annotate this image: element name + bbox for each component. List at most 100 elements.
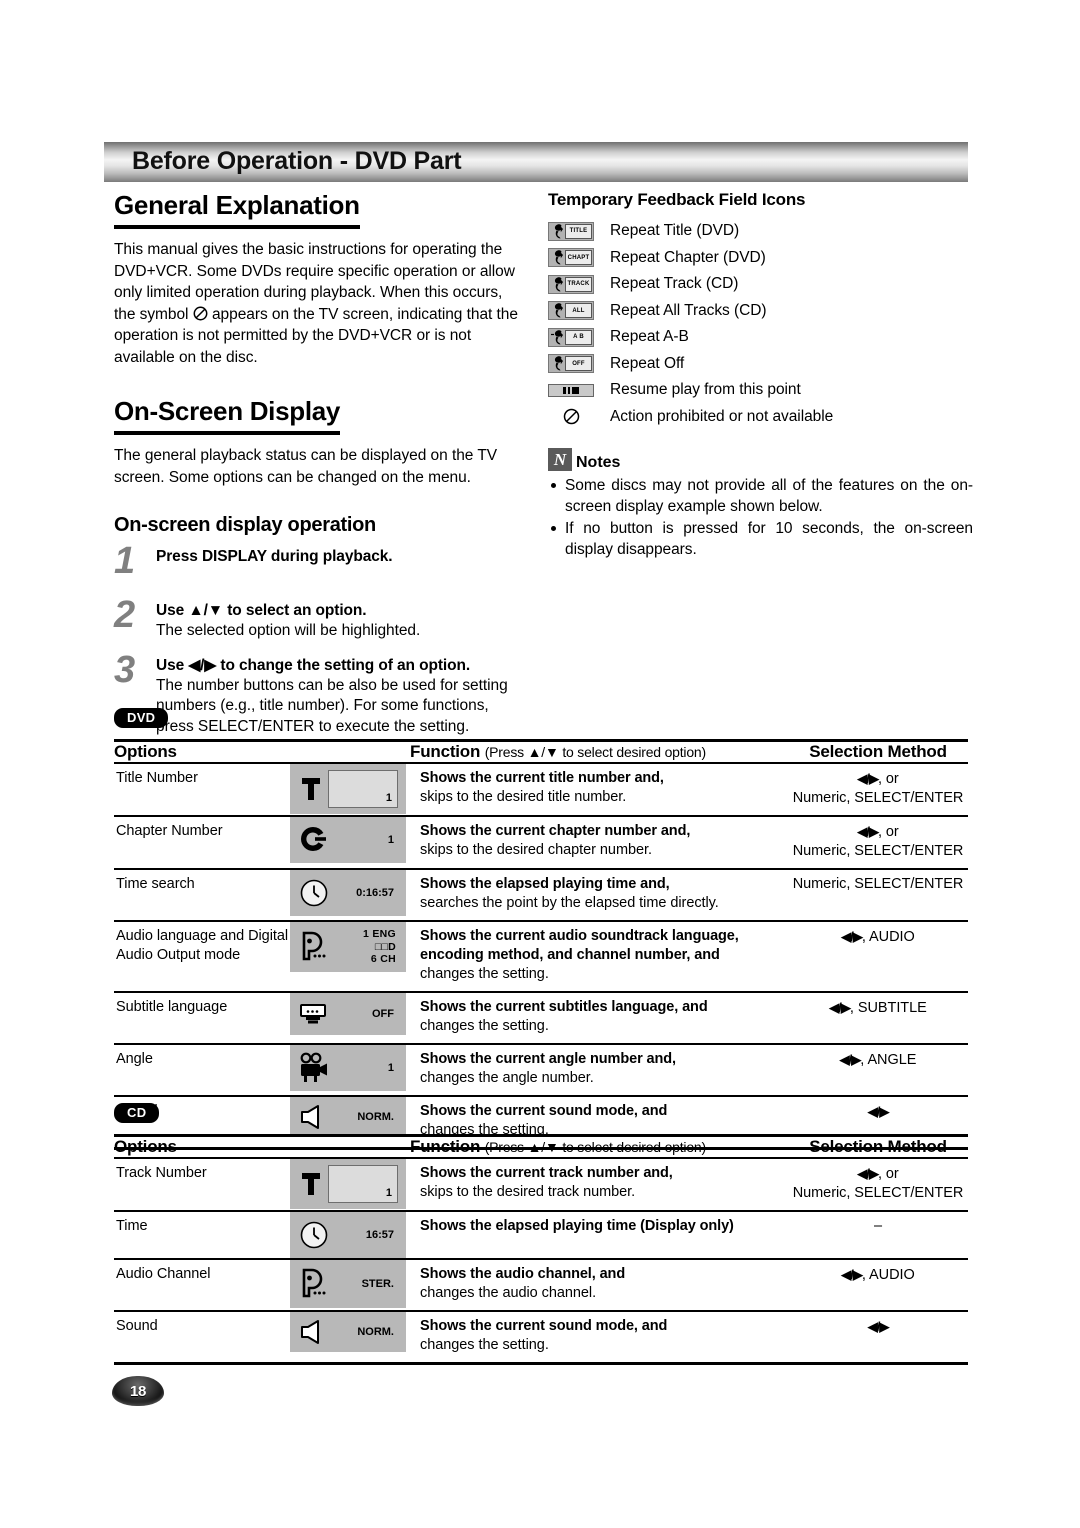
- selection-method-cell: ◀/▶, ANGLE: [788, 1044, 969, 1097]
- clock-osd-icon: 16:57: [290, 1212, 406, 1258]
- osd-glyph-icon: [298, 1318, 328, 1346]
- note-item: If no button is pressed for 10 seconds, …: [548, 518, 973, 560]
- repeat-loop-glyph: [554, 250, 563, 265]
- function-bold-text: Shows the current angle number and,: [420, 1051, 676, 1067]
- option-name-cell: Audio language and Digital Audio Output …: [114, 921, 290, 993]
- function-bold-text: Shows the current title number and,: [420, 770, 664, 786]
- feedback-icon-row: ALL Repeat All Tracks (CD): [548, 298, 973, 325]
- selection-arrow: ◀/▶, or: [857, 771, 899, 787]
- osd-value: 1: [387, 833, 394, 846]
- table-row: Audio Channel STER. Shows the audio channe…: [114, 1259, 969, 1312]
- dvd-spec-table-wrap: DVD Options Function (Press ▲/▼ to select …: [114, 708, 969, 1150]
- option-icon-cell: OFF: [290, 992, 411, 1045]
- feedback-icon-label: Repeat Title (DVD): [610, 222, 740, 240]
- option-name-cell: Audio Channel: [114, 1259, 290, 1312]
- step-bold-text: Use ▲/▼ to select an option.: [156, 602, 367, 619]
- repeat-all-icon: ALL: [548, 301, 594, 321]
- repeat-off-icon: OFF: [548, 354, 594, 374]
- step-detail-text: The selected option will be highlighted.: [156, 622, 421, 639]
- step-bold-text: Use ◀/▶ to change the setting of an opti…: [156, 656, 471, 674]
- function-detail-text: changes the setting.: [420, 1337, 549, 1353]
- feedback-icon-row: A B Repeat A-B: [548, 324, 973, 351]
- option-name-cell: Subtitle language: [114, 992, 290, 1045]
- page-title: Before Operation - DVD Part: [132, 147, 462, 175]
- function-cell: Shows the current audio soundtrack langu…: [410, 921, 789, 993]
- page-number: 18: [129, 1382, 147, 1400]
- options-header: Options: [114, 739, 411, 764]
- function-cell: Shows the current track number and, skips…: [410, 1158, 789, 1212]
- repeat-chapter-icon: CHAPT: [548, 248, 594, 268]
- function-bold-text: Shows the elapsed playing time (Display …: [420, 1218, 734, 1234]
- function-bold-text: Shows the current chapter number and,: [420, 823, 691, 839]
- option-name-cell: Title Number: [114, 763, 290, 817]
- option-name-cell: Angle: [114, 1044, 290, 1097]
- feedback-icon-label: Repeat Track (CD): [610, 275, 739, 293]
- function-detail-text: searches the point by the elapsed time d…: [420, 895, 719, 911]
- option-icon-cell: NORM.: [290, 1311, 411, 1365]
- function-bold-text: Shows the audio channel, and: [420, 1266, 626, 1282]
- step-bold-text: Press DISPLAY during playback.: [156, 548, 393, 565]
- function-cell: Shows the current sound mode, and changes…: [410, 1311, 789, 1365]
- function-detail-text: skips to the desired title number.: [420, 789, 627, 805]
- selection-method-cell: ◀/▶, AUDIO: [788, 1259, 969, 1312]
- function-detail-text: skips to the desired chapter number.: [420, 842, 652, 858]
- repeat-ab-icon: A B: [548, 327, 594, 347]
- notes-list: Some discs may not provide all of the fe…: [548, 475, 973, 560]
- function-detail-text: changes the setting.: [420, 1018, 549, 1034]
- osd-glyph-icon: [298, 1218, 330, 1252]
- clock-osd-icon: 0:16:57: [290, 870, 406, 916]
- selection-text: Numeric, SELECT/ENTER: [792, 790, 964, 806]
- spec-table: Options Function (Press ▲/▼ to select des…: [114, 1134, 969, 1365]
- function-detail-text: changes the setting.: [420, 966, 549, 982]
- osd-glyph-icon: [298, 999, 328, 1029]
- page-number-badge: 18: [112, 1376, 164, 1406]
- feedback-icon-row: TITLE Repeat Title (DVD): [548, 218, 973, 245]
- osd-value-highlighted: 1: [328, 770, 398, 808]
- option-name-cell: Sound: [114, 1311, 290, 1365]
- option-name-cell: Time: [114, 1211, 290, 1260]
- repeat-tag-label: OFF: [565, 356, 592, 372]
- selection-arrow: ◀/▶, AUDIO: [841, 929, 915, 945]
- function-detail-text: changes the angle number.: [420, 1070, 594, 1086]
- osd-glyph-icon: [298, 823, 328, 857]
- feedback-icon-row: Action prohibited or not available: [548, 404, 973, 431]
- osd-glyph-icon: [298, 772, 324, 806]
- osd-glyph-icon: [298, 1167, 324, 1201]
- table-row: Sound NORM. Shows the current sound mode, …: [114, 1311, 969, 1365]
- repeat-loop-glyph: [554, 224, 563, 239]
- feedback-icon-label: Repeat Off: [610, 354, 685, 372]
- title-osd-icon: 1: [290, 1159, 406, 1209]
- repeat-loop-glyph: [554, 303, 563, 318]
- repeat-loop-glyph: [551, 330, 563, 345]
- repeat-glyph-icon: [550, 302, 565, 319]
- note-item: Some discs may not provide all of the fe…: [548, 475, 973, 517]
- step-number: 3: [114, 648, 136, 691]
- osd-operation-subheading: On-screen display operation: [114, 514, 376, 536]
- selection-arrow: ◀/▶, ANGLE: [839, 1052, 917, 1068]
- repeat-loop-glyph: [554, 277, 563, 292]
- selection-text: Numeric, SELECT/ENTER: [792, 1185, 964, 1201]
- feedback-icons-heading: Temporary Feedback Field Icons: [548, 190, 806, 209]
- step-number: 1: [114, 540, 136, 582]
- prohibited-inline-icon: [193, 306, 208, 320]
- cd-spec-table-wrap: CD Options Function (Press ▲/▼ to select d…: [114, 1103, 969, 1365]
- page-banner: Before Operation - DVD Part: [104, 142, 968, 182]
- table-row: Track Number 1 Shows the current track num…: [114, 1158, 969, 1212]
- option-icon-cell: STER.: [290, 1259, 411, 1312]
- selection-method-cell: Numeric, SELECT/ENTER: [788, 869, 969, 922]
- disc-type-badge: DVD: [114, 708, 169, 728]
- selection-arrow: ◀/▶, SUBTITLE: [829, 1000, 927, 1016]
- option-icon-cell: 1: [290, 1158, 411, 1212]
- function-detail-text: skips to the desired track number.: [420, 1184, 636, 1200]
- repeat-loop-glyph: [554, 356, 563, 371]
- feedback-icon-row: OFF Repeat Off: [548, 351, 973, 378]
- table-row: Time search 0:16:57 Shows the elapsed play…: [114, 869, 969, 922]
- osd-value: STER.: [361, 1277, 394, 1290]
- repeat-glyph-icon: [550, 329, 565, 346]
- general-explanation-body: This manual gives the basic instructions…: [114, 239, 524, 368]
- general-explanation-section: General Explanation: [114, 190, 524, 229]
- repeat-tag-label: CHAPT: [565, 250, 592, 266]
- selection-method-cell: ◀/▶, SUBTITLE: [788, 992, 969, 1045]
- table-row: Title Number 1 Shows the current title num…: [114, 763, 969, 817]
- option-name-cell: Chapter Number: [114, 816, 290, 870]
